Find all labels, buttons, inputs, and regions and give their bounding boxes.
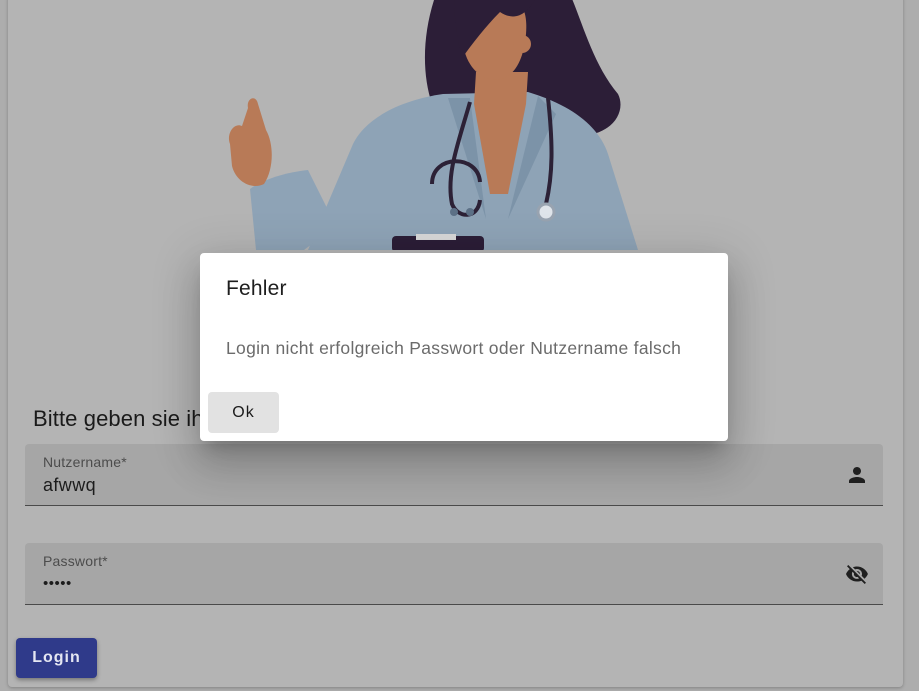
login-page: Bitte geben sie ih Nutzername* afwwq Pas… [0,0,919,691]
username-field[interactable]: Nutzername* afwwq [25,444,883,506]
form-title: Bitte geben sie ih [33,406,204,431]
error-dialog: Fehler Login nicht erfolgreich Passwort … [200,253,728,441]
dialog-title: Fehler [226,277,287,300]
visibility-off-icon[interactable] [845,562,869,586]
person-icon [849,467,865,483]
password-field[interactable]: Passwort* ••••• [25,543,883,605]
username-input[interactable]: afwwq [43,475,96,496]
login-button[interactable]: Login [16,638,97,678]
password-input[interactable]: ••••• [43,575,72,592]
dialog-message: Login nicht erfolgreich Passwort oder Nu… [226,338,682,358]
password-label: Passwort* [43,553,108,569]
username-label: Nutzername* [43,454,127,470]
ok-button[interactable]: Ok [208,392,279,433]
doctor-illustration [228,0,638,250]
